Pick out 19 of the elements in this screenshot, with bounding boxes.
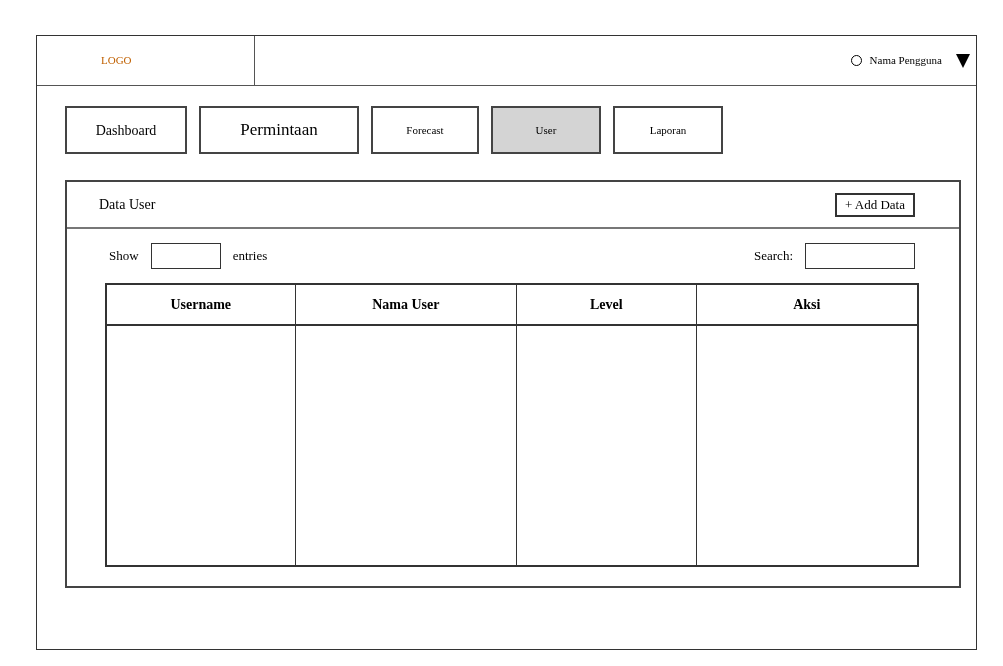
column-header: Aksi <box>793 296 821 314</box>
entries-field[interactable] <box>150 243 221 269</box>
panel-title: Data User <box>99 196 156 214</box>
add-data-button[interactable]: + Add Data <box>834 192 915 217</box>
nav-tab[interactable]: Laporan <box>613 106 723 154</box>
entries-label: entries <box>232 247 268 266</box>
nav-tab[interactable]: Forecast <box>371 106 479 154</box>
nav-tab[interactable]: User <box>491 106 601 154</box>
column-header: Nama User <box>372 296 440 314</box>
search-field[interactable] <box>805 243 915 269</box>
search-label: Search: <box>754 247 793 266</box>
logo: LOGO <box>101 53 132 69</box>
dropdown-caret-icon[interactable] <box>956 52 970 69</box>
show-label: Show <box>109 247 139 266</box>
column-header: Level <box>589 296 623 314</box>
nav-tab[interactable]: Permintaan <box>199 106 359 154</box>
column-header: Username <box>170 296 232 314</box>
nav-tab[interactable]: Dashboard <box>65 106 187 154</box>
user-name: Nama Pengguna <box>869 53 942 69</box>
